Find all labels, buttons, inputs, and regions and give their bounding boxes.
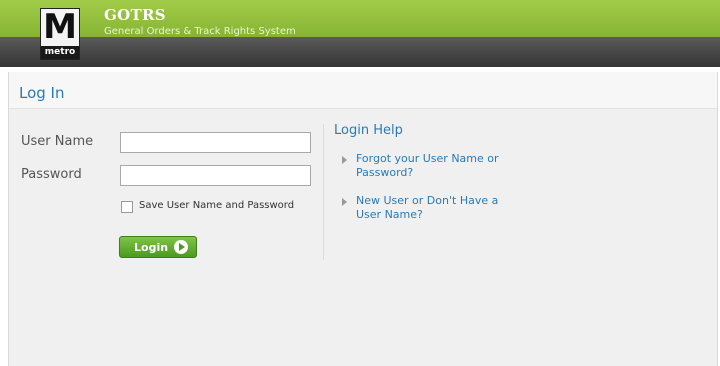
login-button[interactable]: Login (119, 236, 197, 258)
divider (323, 124, 324, 260)
help-title: Login Help (334, 123, 403, 138)
username-label: User Name (21, 134, 94, 149)
save-credentials-label: Save User Name and Password (139, 200, 295, 211)
metro-logo: M metro (40, 8, 80, 60)
header-dark-band (0, 37, 720, 67)
login-button-label: Login (134, 241, 169, 254)
page-title: Log In (19, 84, 65, 102)
login-panel: Log In User Name Password Save User Name… (8, 72, 718, 366)
app-header: M metro GOTRS General Orders & Track Rig… (0, 0, 720, 67)
triangle-right-icon (342, 198, 347, 206)
panel-header: Log In (9, 72, 717, 109)
password-label: Password (21, 167, 82, 182)
logo-letter: M (43, 7, 77, 47)
triangle-right-icon (342, 156, 347, 164)
save-credentials-checkbox[interactable] (121, 201, 133, 213)
play-arrow-icon (174, 240, 188, 254)
username-field[interactable] (120, 132, 311, 153)
help-link-text: Forgot your User Name or Password? (356, 152, 499, 179)
logo-sub: metro (41, 46, 79, 59)
app-title: GOTRS (104, 6, 166, 24)
help-link-text: New User or Don't Have a User Name? (356, 194, 499, 221)
app-subtitle: General Orders & Track Rights System (104, 26, 296, 37)
password-field[interactable] (120, 165, 311, 186)
